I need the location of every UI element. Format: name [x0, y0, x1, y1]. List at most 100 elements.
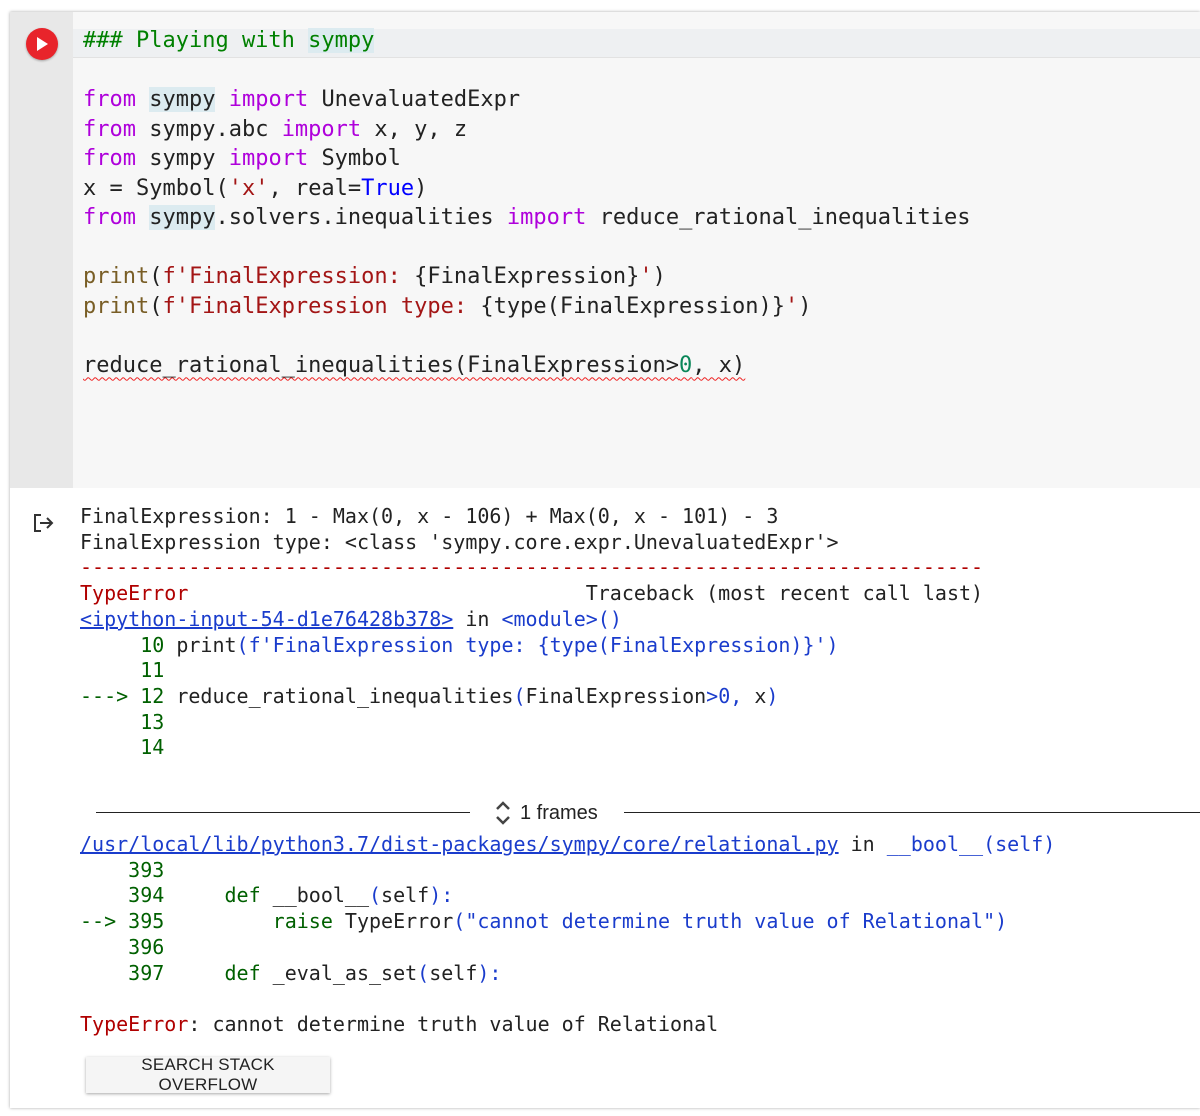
- code-token: _eval_as_set: [272, 960, 418, 985]
- code-token: ---> 12: [80, 683, 177, 708]
- code-token: reduce_rational_inequalities: [599, 205, 971, 230]
- code-token: reduce_rational_inequalities: [176, 683, 514, 708]
- output-line: TypeError: cannot determine truth value …: [80, 1012, 1055, 1038]
- code-token: x = Symbol(: [83, 175, 229, 201]
- output-arrow-icon[interactable]: [32, 512, 56, 534]
- code-token: ): [414, 175, 428, 201]
- code-token: 397: [80, 960, 225, 985]
- code-token: TypeError: [344, 909, 454, 934]
- code-token: sympy: [149, 87, 216, 112]
- code-token: from: [83, 205, 150, 230]
- code-token: TypeError: [80, 581, 189, 606]
- code-token: ("cannot determine truth value of Relati…: [453, 909, 1008, 934]
- output-line: FinalExpression: 1 - Max(0, x - 106) + M…: [80, 504, 983, 530]
- code-line: from sympy.abc import x, y, z: [83, 115, 970, 145]
- code-token: FinalExpression: 1 - Max(0, x - 106) + M…: [80, 504, 779, 528]
- code-token: ):: [429, 883, 454, 908]
- frames-divider: 1 frames: [96, 800, 1200, 826]
- code-token: (: [149, 264, 163, 289]
- code-token: TypeError: [80, 1011, 189, 1036]
- code-token: ': [639, 264, 653, 289]
- code-token: self: [429, 960, 478, 985]
- code-lines[interactable]: ### Playing with sympy from sympy import…: [83, 26, 970, 380]
- code-token: from: [83, 87, 150, 112]
- code-token: {FinalExpression}: [414, 264, 640, 289]
- code-token: import: [281, 116, 375, 142]
- code-token: from: [83, 146, 150, 171]
- divider-line-right: [624, 812, 1200, 813]
- code-token: in: [838, 832, 887, 856]
- code-token: 14: [80, 735, 165, 760]
- code-token: f'FinalExpression:: [162, 264, 415, 289]
- divider-line-left: [96, 812, 470, 813]
- code-token: __bool__: [886, 832, 984, 856]
- code-token: FinalExpression type: <class 'sympy.core…: [80, 529, 839, 554]
- code-line: ### Playing with sympy: [83, 26, 970, 56]
- search-stack-overflow-button[interactable]: SEARCH STACK OVERFLOW: [86, 1055, 330, 1094]
- code-token: ): [766, 683, 779, 708]
- code-token: , x): [692, 352, 746, 378]
- code-line: print(f'FinalExpression: {FinalExpressio…: [83, 262, 970, 292]
- output-text-top: FinalExpression: 1 - Max(0, x - 106) + M…: [80, 504, 983, 761]
- code-token: 0: [679, 352, 693, 378]
- expand-collapse-icon: [496, 801, 510, 825]
- code-token: >0,: [706, 683, 755, 708]
- code-token: import: [228, 146, 322, 171]
- code-token: 394: [80, 883, 225, 908]
- code-editor[interactable]: ### Playing with sympy from sympy import…: [73, 12, 1200, 488]
- frames-toggle[interactable]: 1 frames: [494, 800, 598, 826]
- play-icon: [37, 37, 48, 51]
- output-line: 13: [80, 710, 983, 736]
- code-token[interactable]: /usr/local/lib/python3.7/dist-packages/s…: [80, 832, 839, 856]
- code-token: : cannot determine truth value of Relati…: [188, 1011, 719, 1036]
- output-line: --> 395 raise TypeError("cannot determin…: [80, 909, 1055, 935]
- output-line: 11: [80, 658, 983, 684]
- output-line: ---> 12 reduce_rational_inequalities(Fin…: [80, 684, 983, 710]
- code-token: ): [652, 264, 666, 289]
- code-token: ):: [477, 960, 502, 985]
- code-token: (): [597, 606, 622, 631]
- code-token: x: [754, 683, 767, 708]
- code-token: from: [83, 116, 150, 142]
- code-token: import: [215, 87, 322, 112]
- code-token: --> 395: [80, 909, 273, 934]
- code-token: sympy.abc: [149, 116, 282, 142]
- code-token: (self): [983, 832, 1056, 856]
- code-token: def: [224, 883, 273, 908]
- code-token: 393: [80, 857, 165, 882]
- code-token: Traceback (most recent call last): [188, 581, 984, 606]
- code-cell[interactable]: ### Playing with sympy from sympy import…: [10, 12, 1200, 1108]
- code-token: ----------------------------------------…: [80, 555, 984, 580]
- code-token: 13: [80, 709, 165, 734]
- frames-label: 1 frames: [520, 801, 598, 824]
- code-token: raise: [272, 909, 345, 934]
- code-token[interactable]: <ipython-input-54-d1e76428b378>: [80, 607, 453, 631]
- output-line: 10 print(f'FinalExpression type: {type(F…: [80, 633, 983, 659]
- code-token: in: [453, 606, 502, 631]
- code-token: ': [785, 293, 799, 319]
- code-token: (: [417, 960, 430, 985]
- code-token: 'x': [228, 175, 269, 201]
- output-line: TypeError Traceback (most recent call la…: [80, 581, 983, 607]
- code-token: (f'FinalExpression type: {type(FinalExpr…: [236, 632, 839, 657]
- code-line: from sympy.solvers.inequalities import r…: [83, 203, 970, 233]
- code-token: print: [83, 293, 150, 319]
- run-cell-button[interactable]: [26, 28, 58, 60]
- output-text-bottom: /usr/local/lib/python3.7/dist-packages/s…: [80, 832, 1055, 1038]
- output-line: /usr/local/lib/python3.7/dist-packages/s…: [80, 832, 1055, 858]
- code-token: __bool__: [272, 883, 369, 908]
- code-line: print(f'FinalExpression type: {type(Fina…: [83, 292, 970, 322]
- code-token: x, y, z: [374, 116, 468, 142]
- code-line: from sympy import UnevaluatedExpr: [83, 85, 970, 115]
- code-token: (: [149, 293, 163, 319]
- output-line: 393: [80, 858, 1055, 884]
- code-token: (: [513, 683, 526, 708]
- code-token: 10: [80, 632, 177, 657]
- code-line: from sympy import Symbol: [83, 144, 970, 174]
- code-token: sympy: [149, 205, 216, 230]
- code-token: import: [506, 205, 600, 230]
